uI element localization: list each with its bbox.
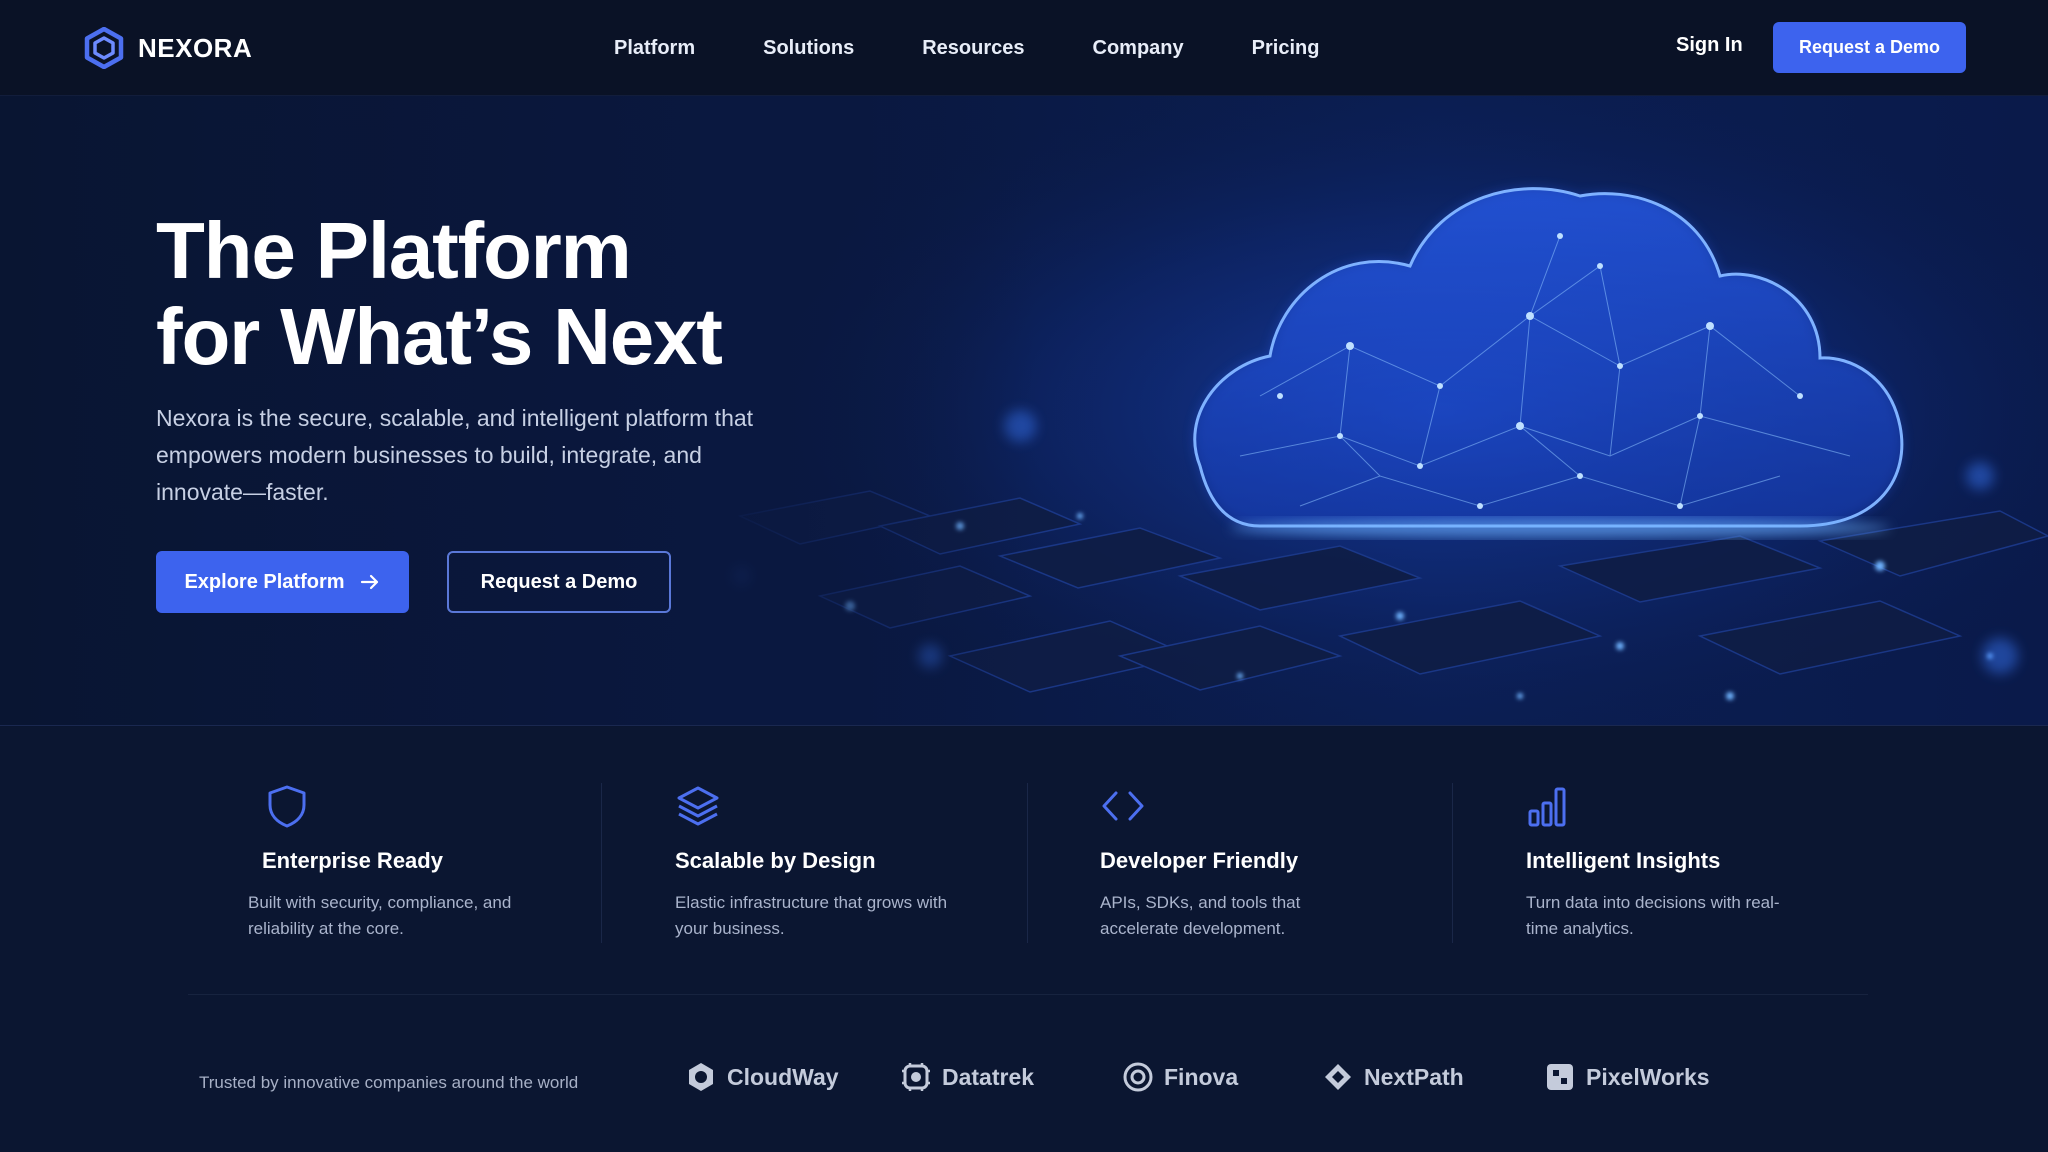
feature-title: Enterprise Ready [262,848,443,873]
feature-title: Scalable by Design [675,848,876,873]
brand-name: PixelWorks [1586,1063,1710,1090]
hexagon-logo-icon [84,27,124,69]
hero-title: The Platform for What’s Next [156,208,916,380]
brand-pixelworks[interactable]: PixelWorks [1544,1061,1710,1093]
feature-description: Built with security, compliance, and rel… [248,893,512,938]
feature-divider [601,783,602,943]
feature-developer-friendly: Developer Friendly APIs, SDKs, and tools… [1100,783,1430,942]
trusted-by-section: Trusted by innovative companies around t… [0,995,2048,1152]
hero-subtitle: Nexora is the secure, scalable, and inte… [156,405,754,505]
features-section: Enterprise Ready Built with security, co… [0,727,2048,997]
brand-cloudway[interactable]: CloudWay [685,1061,839,1093]
nav-link-pricing[interactable]: Pricing [1252,37,1320,60]
brand-name: Datatrek [942,1063,1035,1090]
code-icon [1102,791,1144,821]
hero-title-line2: for What’s Next [156,292,723,381]
brand-finova[interactable]: Finova [1122,1061,1238,1093]
bar-chart-icon [1528,787,1566,827]
request-demo-nav-button[interactable]: Request a Demo [1773,22,1966,73]
feature-enterprise-ready: Enterprise Ready Built with security, co… [248,783,592,942]
nav-link-resources[interactable]: Resources [922,37,1024,60]
brand-datatrek[interactable]: Datatrek [900,1061,1034,1093]
datatrek-logo-icon [902,1063,930,1091]
top-navigation: NEXORA Platform Solutions Resources Comp… [0,0,2048,96]
nav-links: Platform Solutions Resources Company Pri… [614,0,1319,96]
cloud-illustration [700,96,2048,725]
feature-divider [1027,783,1028,943]
brand-name: NextPath [1364,1063,1464,1090]
brand-nextpath[interactable]: NextPath [1322,1061,1464,1093]
shield-icon [268,785,306,828]
finova-logo-icon [1123,1062,1153,1092]
logo-text: NEXORA [138,32,253,63]
feature-description: Elastic infrastructure that grows with y… [675,893,948,938]
layers-icon [677,786,719,826]
nav-link-solutions[interactable]: Solutions [763,37,854,60]
nextpath-logo-icon [1325,1064,1351,1090]
cloudway-logo-icon [689,1063,713,1091]
explore-platform-button[interactable]: Explore Platform [156,551,409,613]
trusted-by-text: Trusted by innovative companies around t… [199,1073,579,1092]
hero-title-line1: The Platform [156,206,632,295]
feature-description: APIs, SDKs, and tools that accelerate de… [1100,893,1301,938]
nav-link-platform[interactable]: Platform [614,37,695,60]
nexora-logo[interactable]: NEXORA [84,27,252,69]
feature-title: Intelligent Insights [1526,848,1721,873]
hero-section: The Platform for What’s Next Nexora is t… [0,96,2048,726]
request-demo-hero-button[interactable]: Request a Demo [447,551,671,613]
pixelworks-logo-icon [1547,1064,1573,1090]
sign-in-link[interactable]: Sign In [1676,34,1743,57]
feature-description: Turn data into decisions with real-time … [1526,893,1780,938]
arrow-right-icon [360,574,378,590]
brand-name: Finova [1164,1063,1239,1090]
brand-name: CloudWay [727,1063,839,1090]
feature-intelligent-insights: Intelligent Insights Turn data into deci… [1526,783,1856,942]
feature-title: Developer Friendly [1100,848,1299,873]
nav-link-company[interactable]: Company [1093,37,1184,60]
feature-divider [1452,783,1453,943]
explore-platform-label: Explore Platform [184,570,345,593]
feature-scalable-by-design: Scalable by Design Elastic infrastructur… [675,783,1005,942]
